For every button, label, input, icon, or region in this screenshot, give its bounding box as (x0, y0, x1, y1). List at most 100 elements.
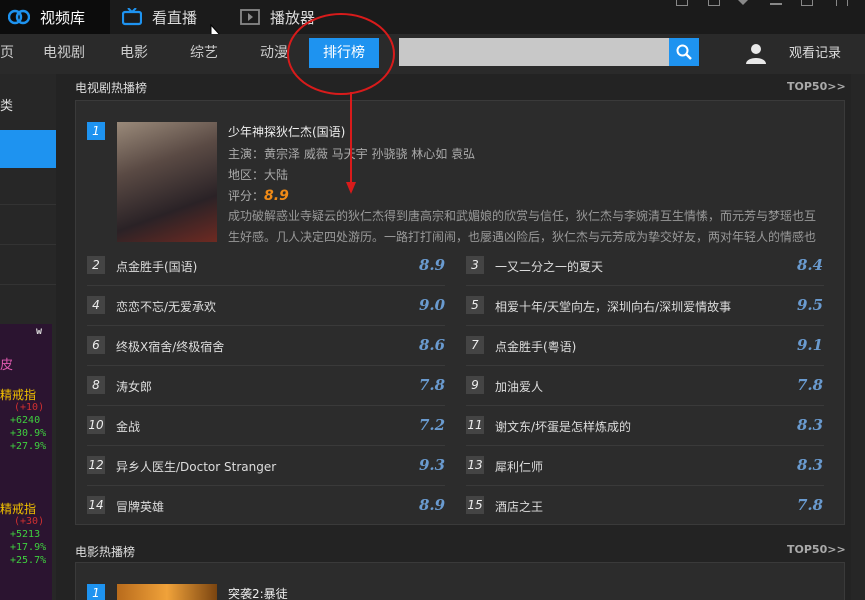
nav-item-anime[interactable]: 动漫 (260, 34, 288, 74)
overlay-text: +25.7% (10, 555, 47, 566)
minimize-button[interactable] (770, 3, 782, 5)
list-item-score: 8.4 (797, 256, 824, 274)
rank-badge: 2 (87, 256, 105, 274)
window-settings-button[interactable] (676, 0, 688, 6)
rank-badge: 1 (87, 584, 105, 600)
overlay-text: (+30) (14, 516, 45, 527)
list-item-score: 7.8 (797, 496, 824, 514)
list-item-title[interactable]: 涛女郎 (116, 378, 152, 395)
list-item-score: 8.9 (419, 496, 446, 514)
sidebar: 类 w 皮 精戒指 (+10) +6240 +30.9% +27.9% 精戒指 … (0, 74, 56, 600)
nav-item-variety[interactable]: 综艺 (190, 34, 218, 74)
featured-score: 8.9 (264, 188, 289, 204)
list-item-score: 9.1 (797, 336, 824, 354)
list-item-title[interactable]: 相爱十年/天堂向左，深圳向右/深圳爱情故事 (495, 298, 731, 315)
movie-featured-title[interactable]: 突袭2:暴徒 (228, 585, 288, 600)
featured-region: 地区：大陆 (228, 168, 289, 182)
list-item-title[interactable]: 异乡人医生/Doctor Stranger (116, 458, 276, 475)
list-item-title[interactable]: 恋恋不忘/无爱承欢 (116, 298, 216, 315)
nav-item-home[interactable]: 页 (0, 34, 14, 74)
tab-live[interactable]: 看直播 (122, 0, 222, 34)
rank-badge: 9 (466, 376, 484, 394)
overlay-text: 精戒指 (0, 502, 37, 516)
featured-description: 成功破解惑业寺疑云的狄仁杰得到唐高宗和武媚娘的欣赏与信任，狄仁杰与李婉清互生情愫… (228, 209, 817, 244)
watch-history-link[interactable]: 观看记录 (789, 34, 841, 74)
annotation-arrow-icon (346, 92, 356, 194)
list-item-score: 8.6 (419, 336, 446, 354)
tab-label: 看直播 (152, 8, 198, 27)
featured-score-label: 评分： (228, 189, 265, 203)
search-button[interactable] (669, 38, 699, 66)
row-divider (87, 365, 445, 366)
sidebar-divider (0, 244, 56, 245)
tv-top50-link[interactable]: TOP50>> (787, 80, 846, 93)
annotation-circle (287, 13, 395, 95)
movie-featured-poster[interactable] (117, 584, 217, 600)
search-icon (676, 44, 692, 60)
list-item-title[interactable]: 终极X宿舍/终极宿舍 (116, 338, 224, 355)
row-divider (466, 365, 824, 366)
row-divider (87, 485, 445, 486)
row-divider (87, 445, 445, 446)
featured-poster[interactable] (117, 122, 217, 242)
rank-badge: 6 (87, 336, 105, 354)
list-item-score: 8.3 (797, 456, 824, 474)
window-skin-button[interactable] (708, 0, 720, 6)
list-item-title[interactable]: 谢文东/坏蛋是怎样炼成的 (495, 418, 631, 435)
row-divider (87, 325, 445, 326)
row-divider (87, 405, 445, 406)
rank-badge: 10 (87, 416, 105, 434)
list-item-title[interactable]: 犀利仁师 (495, 458, 543, 475)
list-item-score: 9.5 (797, 296, 824, 314)
rank-badge: 3 (466, 256, 484, 274)
list-item-title[interactable]: 冒牌英雄 (116, 498, 164, 515)
rank-badge: 14 (87, 496, 105, 514)
overlay-text: 皮 (0, 358, 14, 373)
row-divider (466, 485, 824, 486)
title-bar: 视频库 看直播 播放器 (0, 0, 865, 42)
tv-icon (122, 8, 142, 26)
row-divider (466, 325, 824, 326)
list-item-title[interactable]: 点金胜手(粤语) (495, 338, 576, 355)
tab-label: 视频库 (40, 8, 86, 27)
row-divider (466, 405, 824, 406)
sidebar-item-active[interactable] (0, 130, 56, 168)
list-item-score: 7.8 (419, 376, 446, 394)
close-button[interactable] (836, 0, 848, 6)
app-window: 视频库 看直播 播放器 页 电视剧 电影 综艺 动漫 排行榜 观看记录 类 w … (0, 0, 865, 600)
rank-badge: 12 (87, 456, 105, 474)
list-item-title[interactable]: 加油爱人 (495, 378, 543, 395)
nav-item-tv[interactable]: 电视剧 (43, 34, 85, 74)
menu-chevron-icon[interactable] (738, 0, 748, 5)
scrollbar[interactable] (851, 74, 865, 600)
movie-top50-link[interactable]: TOP50>> (787, 543, 846, 556)
list-item-score: 9.3 (419, 456, 446, 474)
featured-title[interactable]: 少年神探狄仁杰(国语) (228, 123, 345, 140)
row-divider (87, 285, 445, 286)
list-item-score: 8.3 (797, 416, 824, 434)
list-item-score: 9.0 (419, 296, 446, 314)
player-icon (240, 9, 260, 25)
nav-item-movie[interactable]: 电影 (120, 34, 148, 74)
overlay-text: +5213 (10, 529, 41, 540)
movie-section-title: 电影热播榜 (75, 545, 136, 559)
row-divider (466, 285, 824, 286)
tab-video-library[interactable]: 视频库 (0, 0, 110, 34)
list-item-title[interactable]: 金战 (116, 418, 140, 435)
maximize-button[interactable] (801, 0, 813, 6)
rank-badge: 13 (466, 456, 484, 474)
category-nav: 页 电视剧 电影 综艺 动漫 排行榜 观看记录 (0, 34, 865, 74)
list-item-score: 7.8 (797, 376, 824, 394)
list-item-title[interactable]: 一又二分之一的夏天 (495, 258, 603, 275)
overlay-badge: w (36, 326, 43, 337)
overlay-text: 精戒指 (0, 388, 37, 402)
rank-badge: 7 (466, 336, 484, 354)
overlay-text: (+10) (14, 402, 45, 413)
overlay-game-window: w 皮 精戒指 (+10) +6240 +30.9% +27.9% 精戒指 (+… (0, 324, 52, 600)
user-icon[interactable] (745, 42, 767, 64)
overlay-text: +17.9% (10, 542, 47, 553)
search-input[interactable] (399, 38, 669, 66)
list-item-title[interactable]: 酒店之王 (495, 498, 543, 515)
list-item-title[interactable]: 点金胜手(国语) (116, 258, 197, 275)
list-item-score: 8.9 (419, 256, 446, 274)
